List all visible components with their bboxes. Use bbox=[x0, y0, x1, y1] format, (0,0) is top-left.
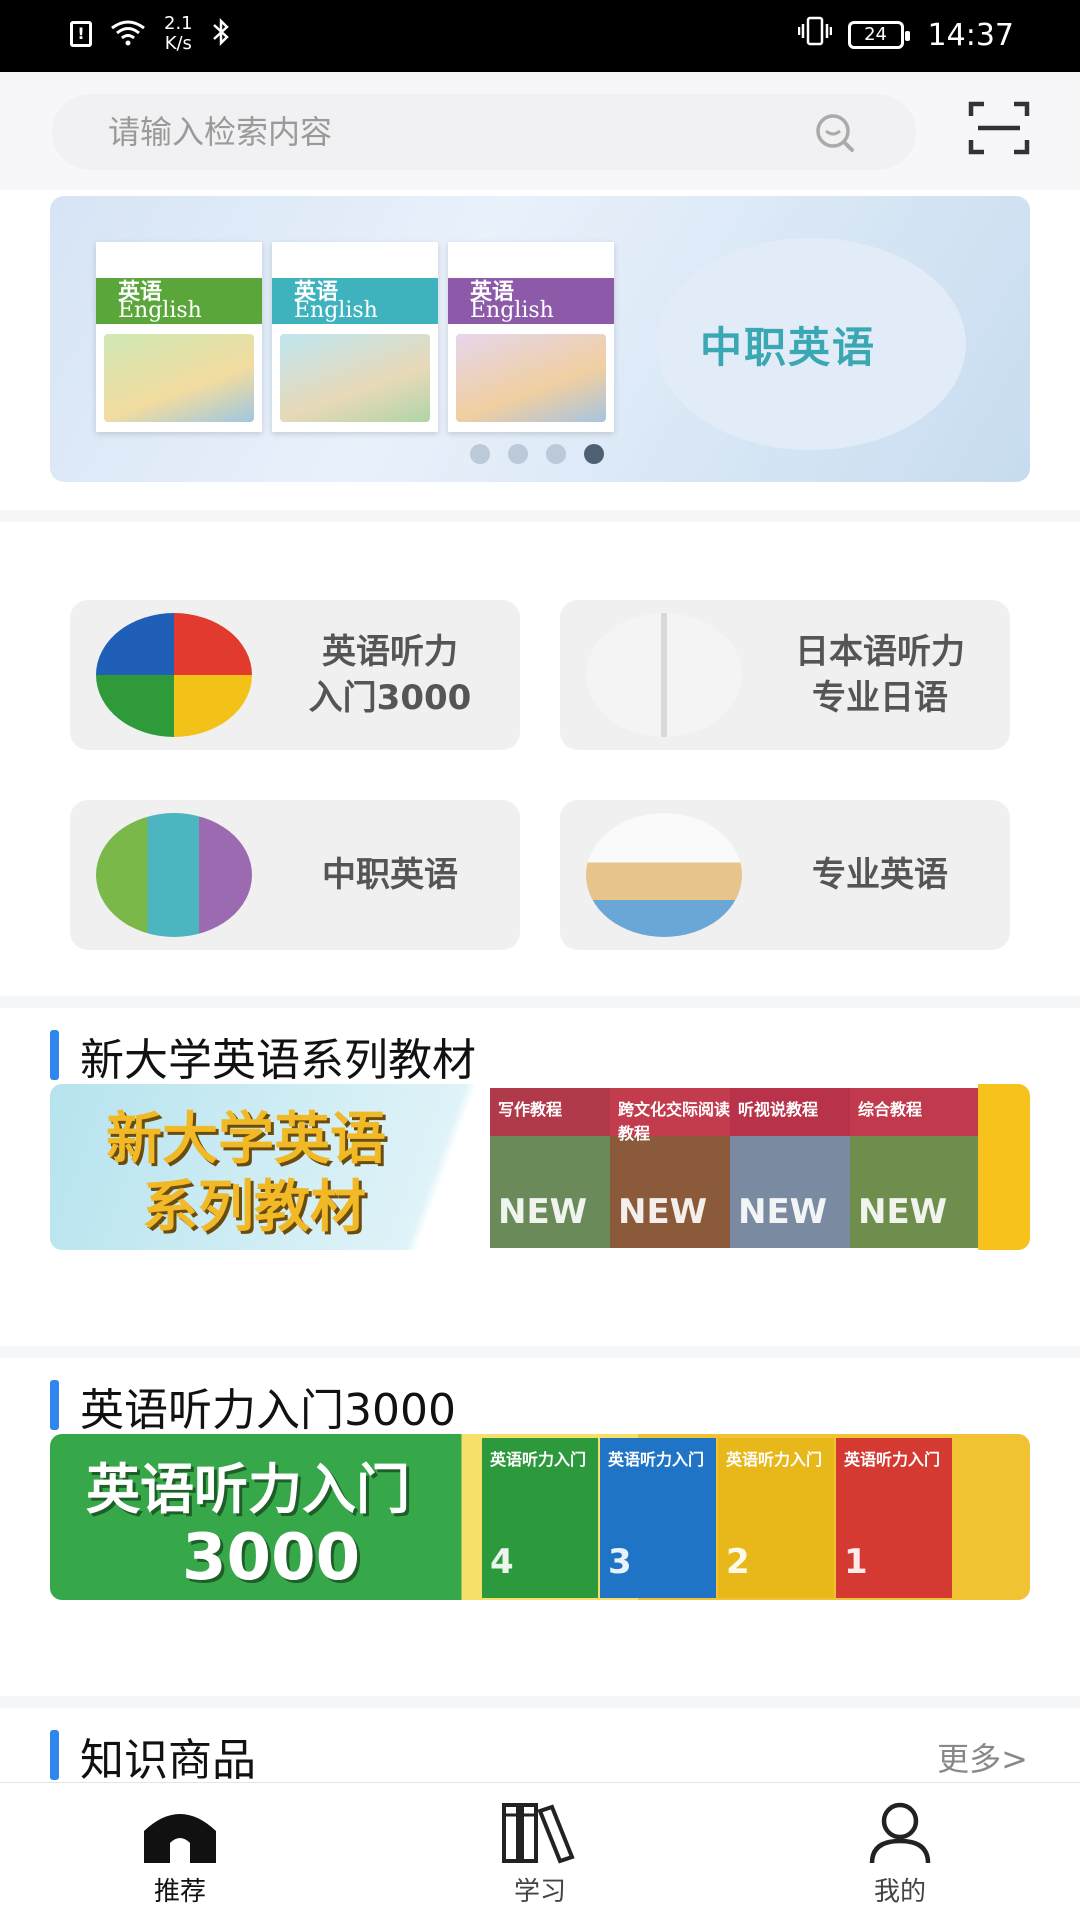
promo-title: 新大学英语 系列教材 bbox=[106, 1107, 386, 1240]
category-thumbnail bbox=[96, 813, 252, 937]
search-input[interactable] bbox=[108, 112, 728, 152]
banner-book: 英语 English bbox=[448, 242, 614, 432]
promo-book: 听视说教程 NEW bbox=[730, 1088, 850, 1248]
bluetooth-icon bbox=[211, 17, 231, 52]
category-thumbnail bbox=[96, 613, 252, 737]
promo-banner-listening-3000[interactable]: 英语听力入门 3000 英语听力入门 4 英语听力入门 3 英语听力入门 2 英语听力… bbox=[50, 1434, 1030, 1600]
tab-label: 我的 bbox=[873, 1877, 926, 1907]
category-sublabel: 专业日语 bbox=[812, 678, 948, 718]
search-icon[interactable] bbox=[812, 110, 858, 156]
promo-book: 写作教程 NEW bbox=[490, 1088, 624, 1248]
carousel-dot[interactable] bbox=[508, 444, 528, 464]
banner-book: 英语 English bbox=[272, 242, 438, 432]
tab-label: 推荐 bbox=[153, 1877, 206, 1907]
carousel-dot[interactable] bbox=[546, 444, 566, 464]
top-bar bbox=[0, 72, 1080, 190]
promo-book: 英语听力入门 3 bbox=[600, 1438, 716, 1598]
category-label: 英语听力 bbox=[322, 632, 458, 672]
alert-icon: ! bbox=[70, 21, 92, 47]
search-bar[interactable] bbox=[52, 94, 916, 170]
divider bbox=[0, 996, 1080, 1008]
promo-book: 英语听力入门 2 bbox=[718, 1438, 834, 1598]
section-title: 英语听力入门3000 bbox=[50, 1374, 456, 1438]
books-icon bbox=[460, 1801, 620, 1865]
banner-title: 中职英语 bbox=[700, 323, 877, 372]
section-title: 知识商品 bbox=[50, 1724, 256, 1788]
carousel-dot[interactable] bbox=[470, 444, 490, 464]
category-label: 日本语听力 bbox=[795, 632, 965, 672]
tab-mine[interactable]: 我的 bbox=[820, 1801, 980, 1911]
promo-title: 英语听力入门 3000 bbox=[86, 1458, 410, 1595]
promo-accent bbox=[978, 1084, 1030, 1250]
network-speed: 2.1 K/s bbox=[164, 13, 193, 54]
category-label: 中职英语 bbox=[322, 855, 458, 895]
divider bbox=[0, 1696, 1080, 1708]
banner-carousel[interactable]: 英语 English 英语 English 英语 English 中职英语 bbox=[50, 196, 1030, 482]
scan-icon[interactable] bbox=[968, 100, 1030, 156]
divider bbox=[0, 1346, 1080, 1358]
battery-icon: 24 bbox=[847, 21, 910, 49]
home-icon bbox=[100, 1801, 260, 1865]
vibrate-icon bbox=[797, 16, 832, 54]
carousel-dot-active[interactable] bbox=[584, 444, 604, 464]
banner-book: 英语 English bbox=[96, 242, 262, 432]
category-thumbnail bbox=[586, 613, 742, 737]
carousel-indicator bbox=[470, 444, 604, 464]
promo-book: 综合教程 NEW bbox=[850, 1088, 978, 1248]
person-icon bbox=[820, 1801, 980, 1865]
promo-book: 英语听力入门 4 bbox=[482, 1438, 598, 1598]
divider bbox=[0, 510, 1080, 522]
category-thumbnail bbox=[586, 813, 742, 937]
category-card-japanese-listening[interactable]: 日本语听力 专业日语 bbox=[560, 600, 1010, 750]
category-card-english-listening[interactable]: 英语听力入门3000 bbox=[70, 600, 520, 750]
tab-study[interactable]: 学习 bbox=[460, 1801, 620, 1911]
tab-recommend[interactable]: 推荐 bbox=[100, 1801, 260, 1911]
tab-label: 学习 bbox=[513, 1877, 566, 1907]
wifi-icon bbox=[110, 18, 146, 51]
promo-book: 英语听力入门 1 bbox=[836, 1438, 952, 1598]
category-label: 专业英语 bbox=[812, 855, 948, 895]
status-bar: ! 2.1 K/s 24 14:37 bbox=[0, 0, 1080, 72]
category-card-vocational-english[interactable]: 中职英语 bbox=[70, 800, 520, 950]
category-sublabel: 入门3000 bbox=[308, 678, 472, 718]
promo-banner-new-college-english[interactable]: 新大学英语 系列教材 写作教程 NEW 跨文化交际阅读教程 NEW 听视说教程 NEW… bbox=[50, 1084, 1030, 1250]
promo-book: 跨文化交际阅读教程 NEW bbox=[610, 1088, 730, 1248]
bottom-tab-bar: 推荐 学习 我的 bbox=[0, 1782, 1080, 1920]
section-title: 新大学英语系列教材 bbox=[50, 1024, 476, 1088]
clock: 14:37 bbox=[927, 17, 1014, 53]
category-card-professional-english[interactable]: 专业英语 bbox=[560, 800, 1010, 950]
more-link[interactable]: 更多> bbox=[937, 1734, 1028, 1780]
